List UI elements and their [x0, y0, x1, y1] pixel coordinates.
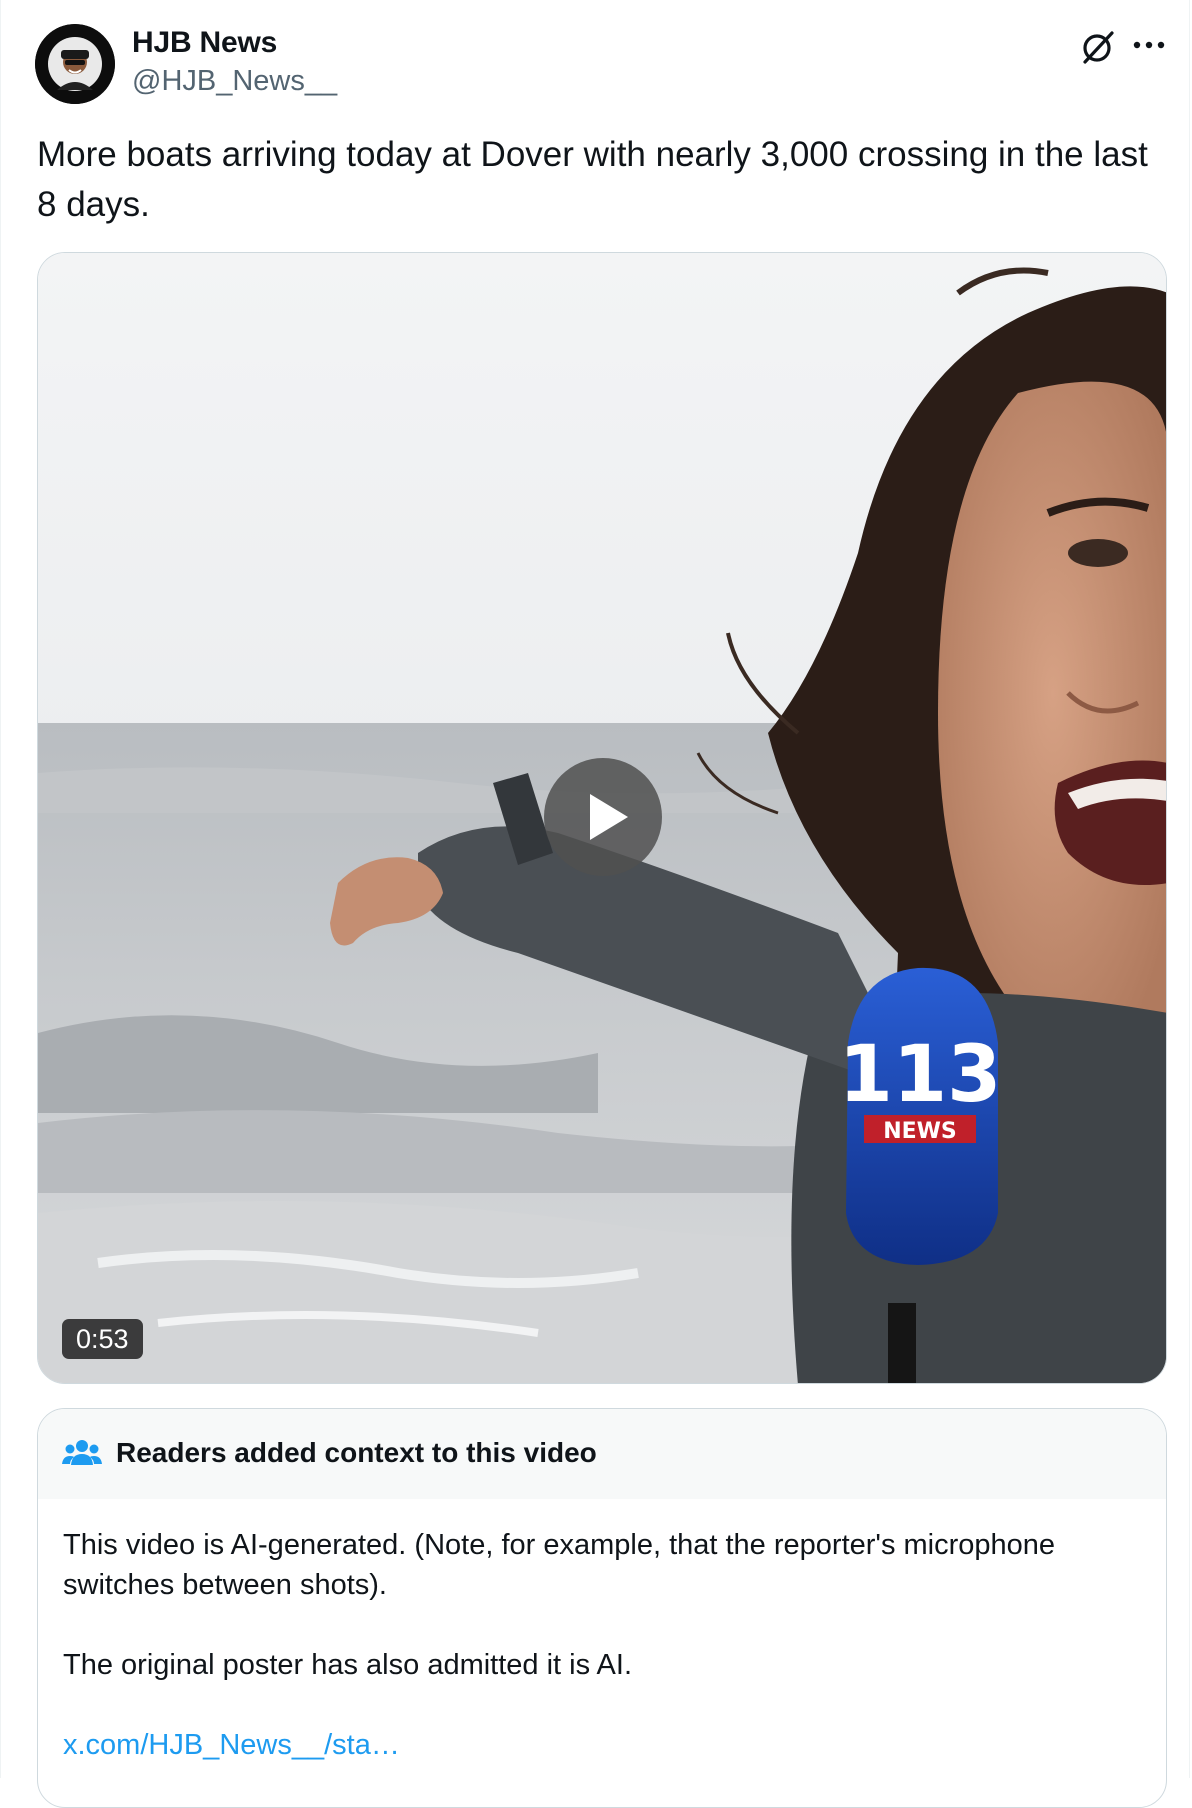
community-note-title: Readers added context to this video [116, 1437, 597, 1468]
community-note-paragraph: The original poster has also admitted it… [63, 1649, 633, 1681]
community-note: Readers added context to this video This… [37, 1408, 1167, 1808]
video-duration: 0:53 [62, 1319, 143, 1359]
more-horizontal-icon[interactable] [1129, 28, 1169, 66]
grok-slash-icon[interactable] [1079, 28, 1117, 66]
post-card[interactable]: HJB News @HJB_News__ More boats arriving… [0, 0, 1190, 1808]
play-icon [590, 794, 628, 840]
community-note-body: This video is AI-generated. (Note, for e… [63, 1525, 1133, 1765]
community-note-header[interactable]: Readers added context to this video [38, 1409, 1166, 1499]
play-button[interactable] [544, 758, 662, 876]
post-text: More boats arriving today at Dover with … [37, 135, 1148, 224]
author-handle[interactable]: @HJB_News__ [132, 62, 337, 100]
community-note-source-link[interactable]: x.com/HJB_News__/sta… [63, 1729, 400, 1761]
community-note-paragraph: This video is AI-generated. (Note, for e… [63, 1529, 1056, 1601]
author-avatar[interactable] [35, 24, 115, 104]
video-player[interactable]: 113 NEWS 0:53 [37, 252, 1167, 1384]
mic-number: 113 [839, 1030, 1002, 1120]
mic-label: NEWS [883, 1119, 957, 1144]
people-icon [62, 1437, 102, 1471]
author-name[interactable]: HJB News [132, 24, 337, 62]
